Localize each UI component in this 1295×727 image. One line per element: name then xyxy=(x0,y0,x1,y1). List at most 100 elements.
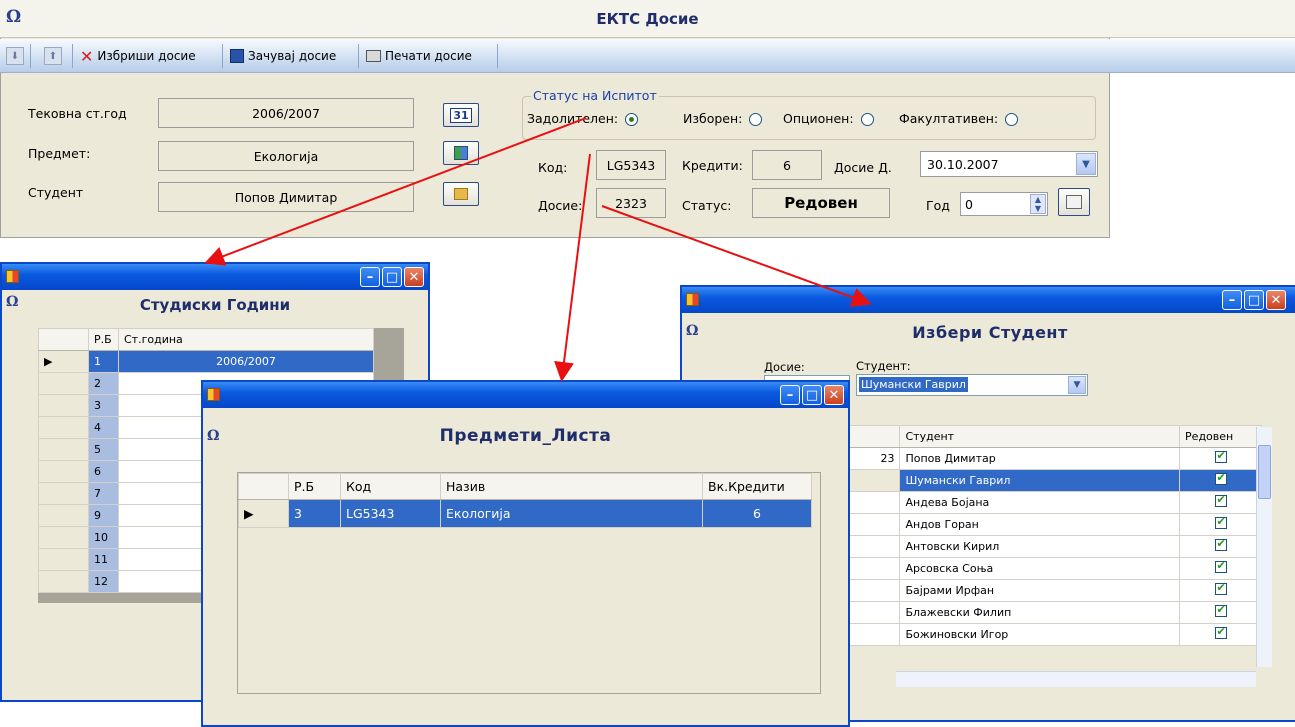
regular-checkbox[interactable] xyxy=(1214,537,1227,551)
cell-rb: 10 xyxy=(88,526,119,549)
save-dossier-label: Зачувај досие xyxy=(248,49,337,63)
arrow-down-icon: ⬇ xyxy=(6,47,24,65)
radio-mandatory-label: Задолителен: xyxy=(527,111,619,126)
credits-label: Кредити: xyxy=(682,158,743,173)
regular-checkbox[interactable] xyxy=(1214,449,1227,463)
cell-credits: 6 xyxy=(702,499,812,528)
school-year-field[interactable]: 2006/2007 xyxy=(158,98,414,128)
choose-student-title: Избери Студент xyxy=(912,323,1068,342)
col-rb[interactable]: Р.Б xyxy=(88,328,119,351)
app-icon xyxy=(6,270,19,283)
radio-facultative-label: Факултативен: xyxy=(899,111,999,126)
cell-regular xyxy=(1179,601,1262,624)
dossier-date-picker[interactable]: 30.10.2007 ▼ xyxy=(920,151,1098,177)
radio-facultative[interactable] xyxy=(1005,113,1019,126)
regular-checkbox[interactable] xyxy=(1214,625,1227,639)
cell-rb: 2 xyxy=(88,372,119,395)
minimize-button[interactable]: – xyxy=(360,267,380,287)
table-row[interactable]: ▶ 1 2006/2007 xyxy=(38,350,374,373)
move-up-button[interactable]: ⬆ xyxy=(44,45,62,67)
col-credits[interactable]: Вк.Кредити xyxy=(702,473,812,500)
close-button[interactable]: ✕ xyxy=(1266,290,1286,310)
year-stepper[interactable]: 0 ▲ ▼ xyxy=(960,192,1048,216)
maximize-button[interactable]: □ xyxy=(802,385,822,405)
cell-regular xyxy=(1179,535,1262,558)
choose-student-button[interactable] xyxy=(443,182,479,206)
cell-rb: 11 xyxy=(88,548,119,571)
year-stepper-value: 0 xyxy=(965,196,973,212)
dossier-field[interactable]: 2323 xyxy=(596,188,666,218)
move-down-button[interactable]: ⬇ xyxy=(6,45,24,67)
cell-student: Антовски Кирил xyxy=(899,535,1181,558)
delete-x-icon: ✕ xyxy=(80,46,94,66)
radio-mandatory[interactable] xyxy=(625,113,639,126)
arrow-up-icon: ⬆ xyxy=(44,47,62,65)
table-row[interactable]: ▶ 3 LG5343 Екологија 6 xyxy=(238,499,812,528)
cell-student: Шумански Гаврил xyxy=(899,469,1181,492)
cell-regular xyxy=(1179,513,1262,536)
main-toolbar: ⬇ ⬆ ✕ Избриши досие Зачувај досие Печати… xyxy=(0,39,1295,73)
calendar-icon: 31 xyxy=(450,107,472,123)
student-filter-value: Шумански Гаврил xyxy=(859,377,968,392)
radio-optional[interactable] xyxy=(860,113,874,126)
cell-regular xyxy=(1179,447,1262,470)
choose-student-titlebar: – □ ✕ xyxy=(682,287,1295,313)
minimize-button[interactable]: – xyxy=(780,385,800,405)
row-header xyxy=(38,372,89,395)
cell-regular xyxy=(1179,557,1262,580)
scrollbar-thumb[interactable] xyxy=(1258,445,1271,499)
save-dossier-button[interactable]: Зачувај досие xyxy=(230,45,336,67)
chevron-down-icon[interactable]: ▼ xyxy=(1076,153,1096,175)
student-filter-combo[interactable]: Шумански Гаврил ▼ xyxy=(856,374,1088,396)
delete-dossier-button[interactable]: ✕ Избриши досие xyxy=(80,45,196,67)
subject-field[interactable]: Екологија xyxy=(158,141,414,171)
minimize-button[interactable]: – xyxy=(1222,290,1242,310)
regular-checkbox[interactable] xyxy=(1214,471,1227,485)
dossier-date-value: 30.10.2007 xyxy=(927,156,999,172)
code-field[interactable]: LG5343 xyxy=(596,150,666,180)
radio-chosen-label: Изборен: xyxy=(683,111,743,126)
maximize-button[interactable]: □ xyxy=(1244,290,1264,310)
printer-icon xyxy=(366,50,381,62)
col-regular[interactable]: Редовен xyxy=(1179,425,1262,448)
regular-checkbox[interactable] xyxy=(1214,515,1227,529)
col-code[interactable]: Код xyxy=(340,473,441,500)
row-header xyxy=(38,570,89,593)
col-student[interactable]: Студент xyxy=(899,425,1181,448)
cell-regular xyxy=(1179,623,1262,646)
close-button[interactable]: ✕ xyxy=(824,385,844,405)
regular-checkbox[interactable] xyxy=(1214,581,1227,595)
regular-checkbox[interactable] xyxy=(1214,603,1227,617)
main-title: ЕКТС Досие xyxy=(596,10,699,28)
status-field: Редовен xyxy=(752,188,890,218)
properties-icon xyxy=(1066,195,1082,209)
choose-subject-button[interactable] xyxy=(443,141,479,165)
col-rb[interactable]: Р.Б xyxy=(288,473,341,500)
row-header xyxy=(38,460,89,483)
subjects-titlebar: – □ ✕ xyxy=(203,382,848,408)
close-button[interactable]: ✕ xyxy=(404,267,424,287)
col-name[interactable]: Назив xyxy=(440,473,703,500)
cell-rb: 5 xyxy=(88,438,119,461)
stepper-arrows-icon[interactable]: ▲ ▼ xyxy=(1030,194,1046,214)
col-year[interactable]: Ст.година xyxy=(118,328,374,351)
chevron-down-icon[interactable]: ▼ xyxy=(1068,376,1086,394)
cell-regular xyxy=(1179,491,1262,514)
regular-checkbox[interactable] xyxy=(1214,559,1227,573)
row-header xyxy=(38,504,89,527)
app-icon xyxy=(207,388,220,401)
credits-field[interactable]: 6 xyxy=(752,150,822,180)
student-field[interactable]: Попов Димитар xyxy=(158,182,414,212)
regular-checkbox[interactable] xyxy=(1214,493,1227,507)
app-icon xyxy=(686,293,699,306)
edit-properties-button[interactable] xyxy=(1058,188,1090,216)
status-label: Статус: xyxy=(682,198,732,213)
radio-chosen[interactable] xyxy=(749,113,763,126)
print-dossier-button[interactable]: Печати досие xyxy=(366,45,472,67)
horizontal-scrollbar[interactable] xyxy=(896,671,1256,687)
maximize-button[interactable]: □ xyxy=(382,267,402,287)
choose-year-button[interactable]: 31 xyxy=(443,103,479,127)
vertical-scrollbar[interactable] xyxy=(1256,427,1272,667)
cell-code: LG5343 xyxy=(340,499,441,528)
cell-student: Арсовска Соња xyxy=(899,557,1181,580)
